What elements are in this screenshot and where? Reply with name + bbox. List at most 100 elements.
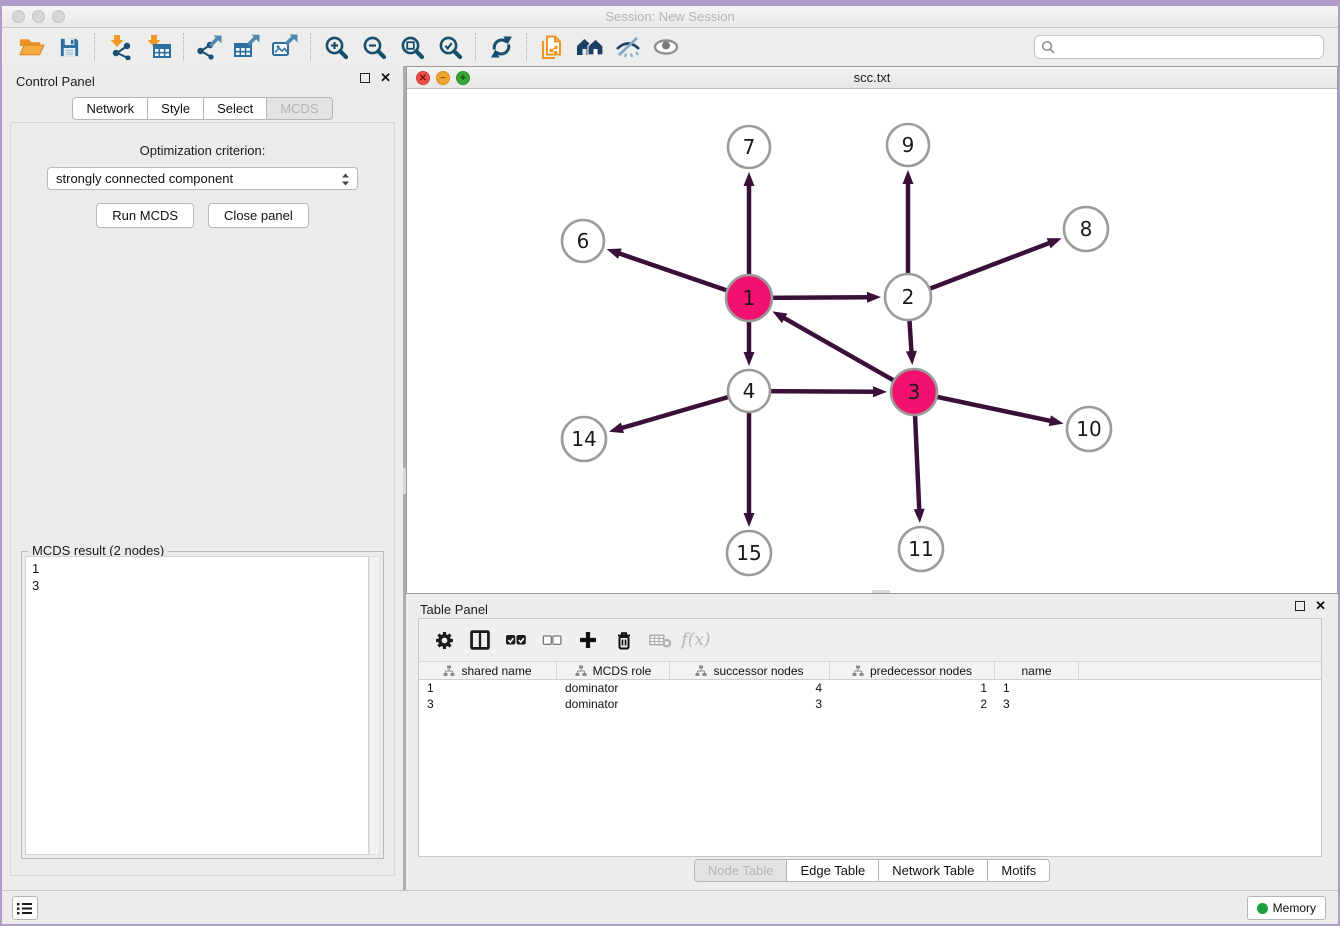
column-header-shared-name[interactable]: shared name	[419, 662, 557, 679]
close-table-panel-icon[interactable]: ✕	[1315, 601, 1326, 611]
show-columns-button[interactable]	[465, 625, 495, 655]
cell-name[interactable]: 1	[995, 681, 1079, 695]
mcds-result-scrollbar[interactable]	[369, 556, 380, 855]
zoom-selected-button[interactable]	[433, 32, 467, 62]
criterion-select[interactable]: strongly connected component	[47, 167, 358, 190]
show-graphics-button[interactable]	[649, 32, 683, 62]
search-input[interactable]	[1056, 40, 1317, 54]
task-history-button[interactable]	[12, 896, 38, 920]
svg-text:10: 10	[1076, 417, 1101, 441]
table-row[interactable]: 1dominator411	[419, 680, 1321, 696]
svg-text:6: 6	[577, 229, 590, 253]
export-table-button[interactable]	[230, 32, 264, 62]
zoom-in-button[interactable]	[319, 32, 353, 62]
network-view-window: ✕ − + scc.txt 1234678910111415	[406, 66, 1338, 594]
import-table-button[interactable]	[141, 32, 175, 62]
cell-shared-name[interactable]: 1	[419, 681, 557, 695]
table-settings-button[interactable]	[429, 625, 459, 655]
network-canvas[interactable]: 1 2 3 4 6 7 8 9 10 11 14 15	[407, 89, 1337, 593]
graph-node-2[interactable]: 2	[885, 274, 931, 320]
graph-node-3[interactable]: 3	[891, 369, 937, 415]
export-table-icon	[233, 34, 261, 60]
cell-predecessor-nodes[interactable]: 2	[830, 697, 995, 711]
column-header-successor-nodes[interactable]: successor nodes	[670, 662, 830, 679]
delete-row-button[interactable]	[609, 625, 639, 655]
cell-name[interactable]: 3	[995, 697, 1079, 711]
memory-button[interactable]: Memory	[1247, 896, 1326, 920]
cell-shared-name[interactable]: 3	[419, 697, 557, 711]
tab-edge-table[interactable]: Edge Table	[786, 859, 879, 882]
close-panel-icon[interactable]: ✕	[380, 73, 391, 83]
mcds-result-list[interactable]: 1 3	[25, 556, 369, 855]
main-toolbar	[2, 28, 1338, 66]
refresh-button[interactable]	[484, 32, 518, 62]
control-panel-title: Control Panel	[16, 74, 95, 89]
run-mcds-button[interactable]: Run MCDS	[96, 203, 194, 228]
search-icon	[1041, 40, 1056, 55]
close-panel-button[interactable]: Close panel	[208, 203, 309, 228]
search-box[interactable]	[1034, 35, 1324, 59]
status-bar: Memory	[2, 890, 1338, 924]
svg-text:14: 14	[571, 427, 596, 451]
tree-icon	[443, 665, 455, 677]
cell-successor-nodes[interactable]: 4	[670, 681, 830, 695]
save-session-button[interactable]	[52, 32, 86, 62]
graph-node-11[interactable]: 11	[899, 527, 943, 571]
tab-style[interactable]: Style	[147, 97, 204, 120]
save-icon	[58, 36, 81, 59]
tab-network-table[interactable]: Network Table	[878, 859, 988, 882]
edge-arrowhead	[873, 386, 887, 397]
edge-arrowhead	[906, 351, 917, 365]
tab-mcds[interactable]: MCDS	[266, 97, 332, 120]
cell-MCDS-role[interactable]: dominator	[557, 697, 670, 711]
column-header-MCDS-role[interactable]: MCDS role	[557, 662, 670, 679]
cell-predecessor-nodes[interactable]: 1	[830, 681, 995, 695]
tab-select[interactable]: Select	[203, 97, 267, 120]
svg-text:3: 3	[908, 380, 921, 404]
open-session-button[interactable]	[14, 32, 48, 62]
select-all-button[interactable]	[501, 625, 531, 655]
network-file-button[interactable]	[535, 32, 569, 62]
edge-arrowhead	[867, 292, 881, 303]
toolbar-separator	[94, 33, 95, 61]
graph-node-10[interactable]: 10	[1067, 407, 1111, 451]
node-table-container: f(x) shared nameMCDS rolesuccessor nodes…	[418, 618, 1322, 857]
home-button[interactable]	[573, 32, 607, 62]
toolbar-separator	[475, 33, 476, 61]
deselect-all-button[interactable]	[537, 625, 567, 655]
add-column-button[interactable]	[573, 625, 603, 655]
export-image-button[interactable]	[268, 32, 302, 62]
graph-node-4[interactable]: 4	[728, 370, 770, 412]
column-header-predecessor-nodes[interactable]: predecessor nodes	[830, 662, 995, 679]
edge-arrowhead	[744, 352, 755, 366]
tree-icon	[695, 665, 707, 677]
graph-node-6[interactable]: 6	[562, 220, 604, 262]
column-header-name[interactable]: name	[995, 662, 1079, 679]
graph-node-15[interactable]: 15	[727, 531, 771, 575]
graph-node-8[interactable]: 8	[1064, 207, 1108, 251]
float-table-panel-icon[interactable]	[1295, 601, 1305, 611]
tab-network[interactable]: Network	[72, 97, 148, 120]
table-panel: Table Panel ✕	[406, 594, 1338, 890]
graph-node-7[interactable]: 7	[728, 126, 770, 168]
table-row[interactable]: 3dominator323	[419, 696, 1321, 712]
canvas-resize-handle[interactable]	[872, 590, 890, 593]
float-panel-icon[interactable]	[360, 73, 370, 83]
graph-node-1[interactable]: 1	[726, 275, 772, 321]
edge-arrowhead	[607, 248, 622, 258]
zoom-out-button[interactable]	[357, 32, 391, 62]
hide-graphics-button[interactable]	[611, 32, 645, 62]
export-network-button[interactable]	[192, 32, 226, 62]
zoom-fit-button[interactable]	[395, 32, 429, 62]
table-header-row: shared nameMCDS rolesuccessor nodesprede…	[419, 661, 1321, 680]
tab-node-table[interactable]: Node Table	[694, 859, 788, 882]
graph-node-9[interactable]: 9	[887, 124, 929, 166]
graph-node-14[interactable]: 14	[562, 417, 606, 461]
control-panel: Control Panel ✕ NetworkStyleSelectMCDS O…	[2, 66, 406, 890]
tab-motifs[interactable]: Motifs	[987, 859, 1050, 882]
import-network-button[interactable]	[103, 32, 137, 62]
cell-MCDS-role[interactable]: dominator	[557, 681, 670, 695]
edge-arrowhead	[1049, 415, 1064, 426]
cell-successor-nodes[interactable]: 3	[670, 697, 830, 711]
edge-arrowhead	[744, 513, 755, 527]
